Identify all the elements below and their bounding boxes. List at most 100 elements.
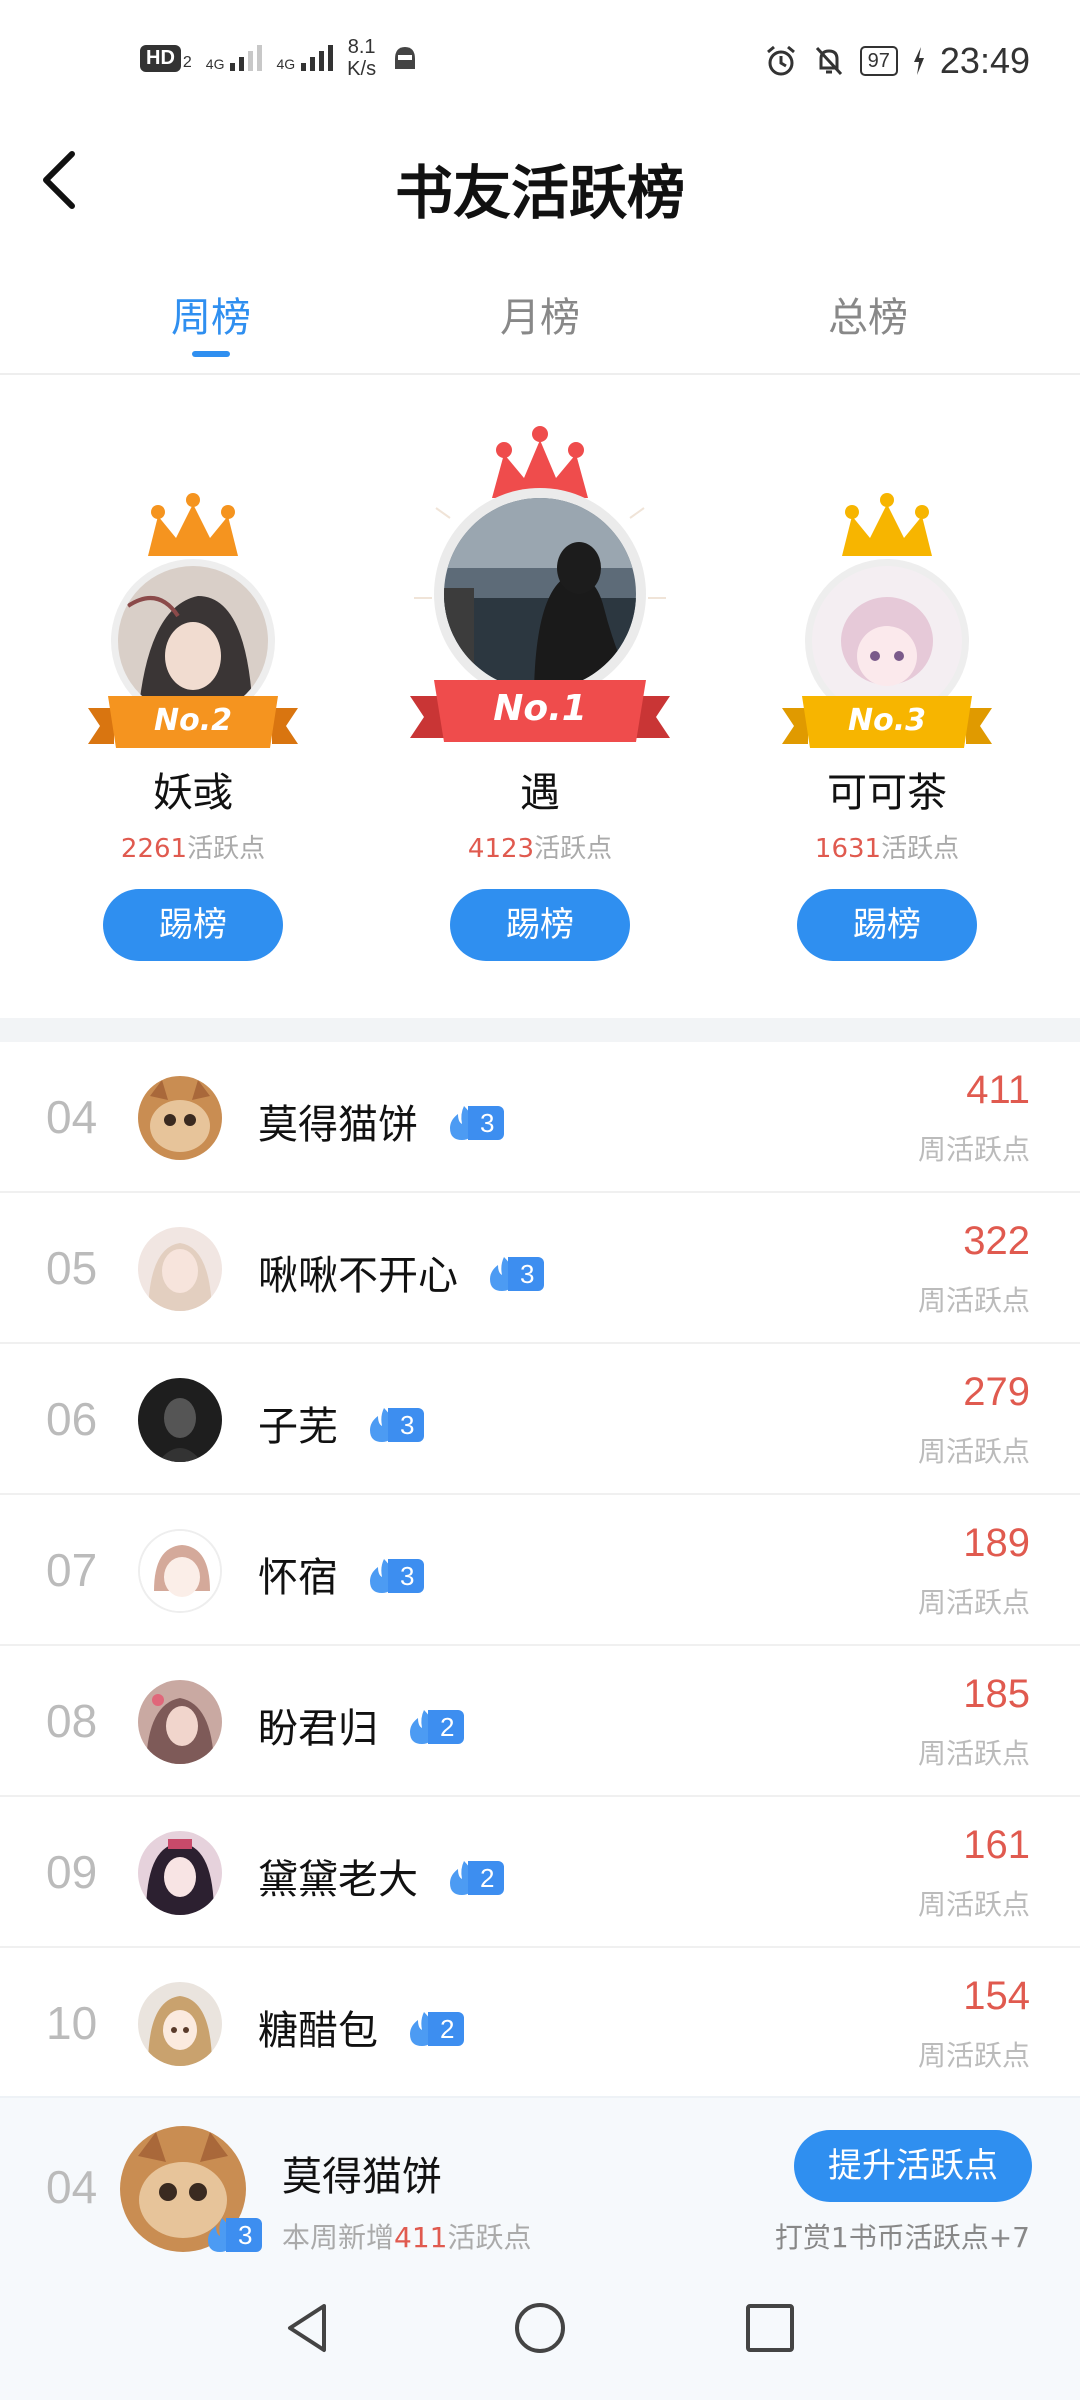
level-value: 3 [388, 1408, 425, 1442]
list-item[interactable]: 09 黛黛老大 2 161 周活跃点 [0, 1797, 1080, 1948]
speed-unit: K/s [347, 58, 377, 80]
level-value: 3 [226, 2218, 263, 2252]
list-item[interactable]: 07 怀宿 3 189 周活跃点 [0, 1495, 1080, 1646]
podium-card-2: No.2 妖彧 2261活跃点 踢榜 [63, 486, 323, 961]
avatar[interactable] [138, 1378, 222, 1462]
alarm-icon [766, 45, 795, 76]
my-level-badge: 3 [204, 2216, 263, 2254]
my-name: 莫得猫饼 [282, 2154, 442, 2200]
rank-badge-label: No.1 [493, 688, 587, 729]
level-badge: 3 [486, 1255, 545, 1293]
score-unit: 周活跃点 [917, 1133, 1030, 1166]
score-unit: 周活跃点 [917, 1435, 1030, 1468]
weekly-score: 411 [966, 1068, 1030, 1112]
list-item[interactable]: 05 啾啾不开心 3 322 周活跃点 [0, 1193, 1080, 1344]
tab-weekly[interactable]: 周榜 [111, 285, 311, 343]
weekly-score: 322 [963, 1219, 1030, 1263]
rank-badge-label: No.3 [848, 703, 926, 738]
podium-score-unit: 活跃点 [534, 834, 613, 864]
score-unit: 周活跃点 [917, 2039, 1030, 2072]
rank-number: 07 [46, 1544, 98, 1596]
score-unit: 周活跃点 [917, 1737, 1030, 1770]
podium: No.2 妖彧 2261活跃点 踢榜 No.1 遇 4123活跃点 踢榜 No.… [0, 378, 1080, 1018]
weekly-score: 189 [963, 1521, 1030, 1565]
list-item[interactable]: 04 莫得猫饼 3 411 周活跃点 [0, 1042, 1080, 1193]
weekly-score: 185 [963, 1672, 1030, 1716]
podium-card-3: No.3 可可茶 1631活跃点 踢榜 [757, 486, 1017, 961]
my-rank-number: 04 [46, 2161, 98, 2213]
section-divider [0, 1018, 1080, 1042]
kick-button[interactable]: 踢榜 [797, 889, 977, 961]
user-name: 糖醋包 2 [258, 1998, 465, 2056]
level-value: 2 [428, 2012, 465, 2046]
boost-activity-button[interactable]: 提升活跃点 [794, 2130, 1032, 2202]
ghost-app-icon [395, 47, 416, 69]
avatar[interactable] [138, 1982, 222, 2066]
level-badge: 2 [406, 2010, 465, 2048]
avatar[interactable] [138, 1680, 222, 1764]
podium-score-value: 2261 [120, 834, 188, 864]
podium-score-unit: 活跃点 [881, 834, 960, 864]
my-gain-suffix: 活跃点 [447, 2221, 532, 2254]
user-name: 莫得猫饼 3 [258, 1092, 505, 1150]
bell-mute-icon [815, 46, 842, 76]
user-name: 啾啾不开心 3 [258, 1243, 545, 1301]
level-value: 2 [468, 1861, 505, 1895]
tab-monthly[interactable]: 月榜 [440, 285, 640, 343]
podium-name: 遇 [520, 770, 560, 816]
user-name: 子芜 3 [258, 1394, 425, 1452]
user-name-text: 莫得猫饼 [258, 1102, 418, 1148]
triangle-back-icon[interactable] [278, 2298, 338, 2358]
square-recent-icon[interactable] [740, 2298, 800, 2358]
circle-home-icon[interactable] [510, 2298, 570, 2358]
user-name: 怀宿 3 [258, 1545, 425, 1603]
status-right: 97 23:49 [764, 40, 1030, 82]
signal-icon: 4G [206, 45, 263, 71]
medal-1: No.1 [410, 418, 670, 752]
level-badge: 3 [366, 1406, 425, 1444]
tab-total[interactable]: 总榜 [768, 285, 968, 343]
weekly-score: 161 [963, 1823, 1030, 1867]
user-name-text: 子芜 [258, 1404, 338, 1450]
reward-tip: 打赏1书币活跃点+7 [774, 2221, 1030, 2254]
ranking-list: 04 莫得猫饼 3 411 周活跃点 05 啾啾不开心 3 322 周活跃点 06 … [0, 1042, 1080, 2099]
avatar[interactable] [444, 498, 636, 690]
user-name-text: 啾啾不开心 [258, 1253, 458, 1299]
tab-active-indicator [192, 351, 230, 357]
my-weekly-gain: 本周新增411活跃点 [282, 2216, 531, 2256]
kick-button[interactable]: 踢榜 [103, 889, 283, 961]
level-value: 3 [508, 1257, 545, 1291]
avatar[interactable] [138, 1076, 222, 1160]
list-item[interactable]: 08 盼君归 2 185 周活跃点 [0, 1646, 1080, 1797]
system-nav-bar [0, 2256, 1080, 2400]
score-unit: 周活跃点 [917, 1586, 1030, 1619]
podium-name: 妖彧 [153, 770, 233, 816]
level-badge: 2 [446, 1859, 505, 1897]
list-item[interactable]: 06 子芜 3 279 周活跃点 [0, 1344, 1080, 1495]
podium-score: 2261活跃点 [63, 828, 323, 865]
avatar[interactable] [138, 1831, 222, 1915]
user-name-text: 盼君归 [258, 1706, 378, 1752]
status-left: HD 2 4G 4G 8.1 K/s [140, 36, 420, 80]
rank-number: 04 [46, 1091, 98, 1143]
level-badge: 3 [446, 1104, 505, 1142]
rank-number: 08 [46, 1695, 98, 1747]
medal-3: No.3 [782, 486, 992, 752]
podium-card-1: No.1 遇 4123活跃点 踢榜 [410, 418, 670, 961]
level-badge: 2 [406, 1708, 465, 1746]
rank-number: 06 [46, 1393, 98, 1445]
rank-number: 10 [46, 1997, 98, 2049]
kick-button[interactable]: 踢榜 [450, 889, 630, 961]
avatar[interactable] [138, 1227, 222, 1311]
score-unit: 周活跃点 [917, 1888, 1030, 1921]
level-value: 3 [388, 1559, 425, 1593]
podium-score-unit: 活跃点 [187, 834, 266, 864]
user-name: 盼君归 2 [258, 1696, 465, 1754]
ranking-tabs: 周榜 月榜 总榜 [0, 265, 1080, 375]
my-rank-bar: 04 3 莫得猫饼 本周新增411活跃点 提升活跃点 打赏1书币活跃点+7 [0, 2096, 1080, 2256]
rank-badge-label: No.2 [154, 703, 232, 738]
page-header: 书友活跃榜 [0, 120, 1080, 240]
rank-number: 09 [46, 1846, 98, 1898]
avatar[interactable] [138, 1529, 222, 1613]
list-item[interactable]: 10 糖醋包 2 154 周活跃点 [0, 1948, 1080, 2099]
